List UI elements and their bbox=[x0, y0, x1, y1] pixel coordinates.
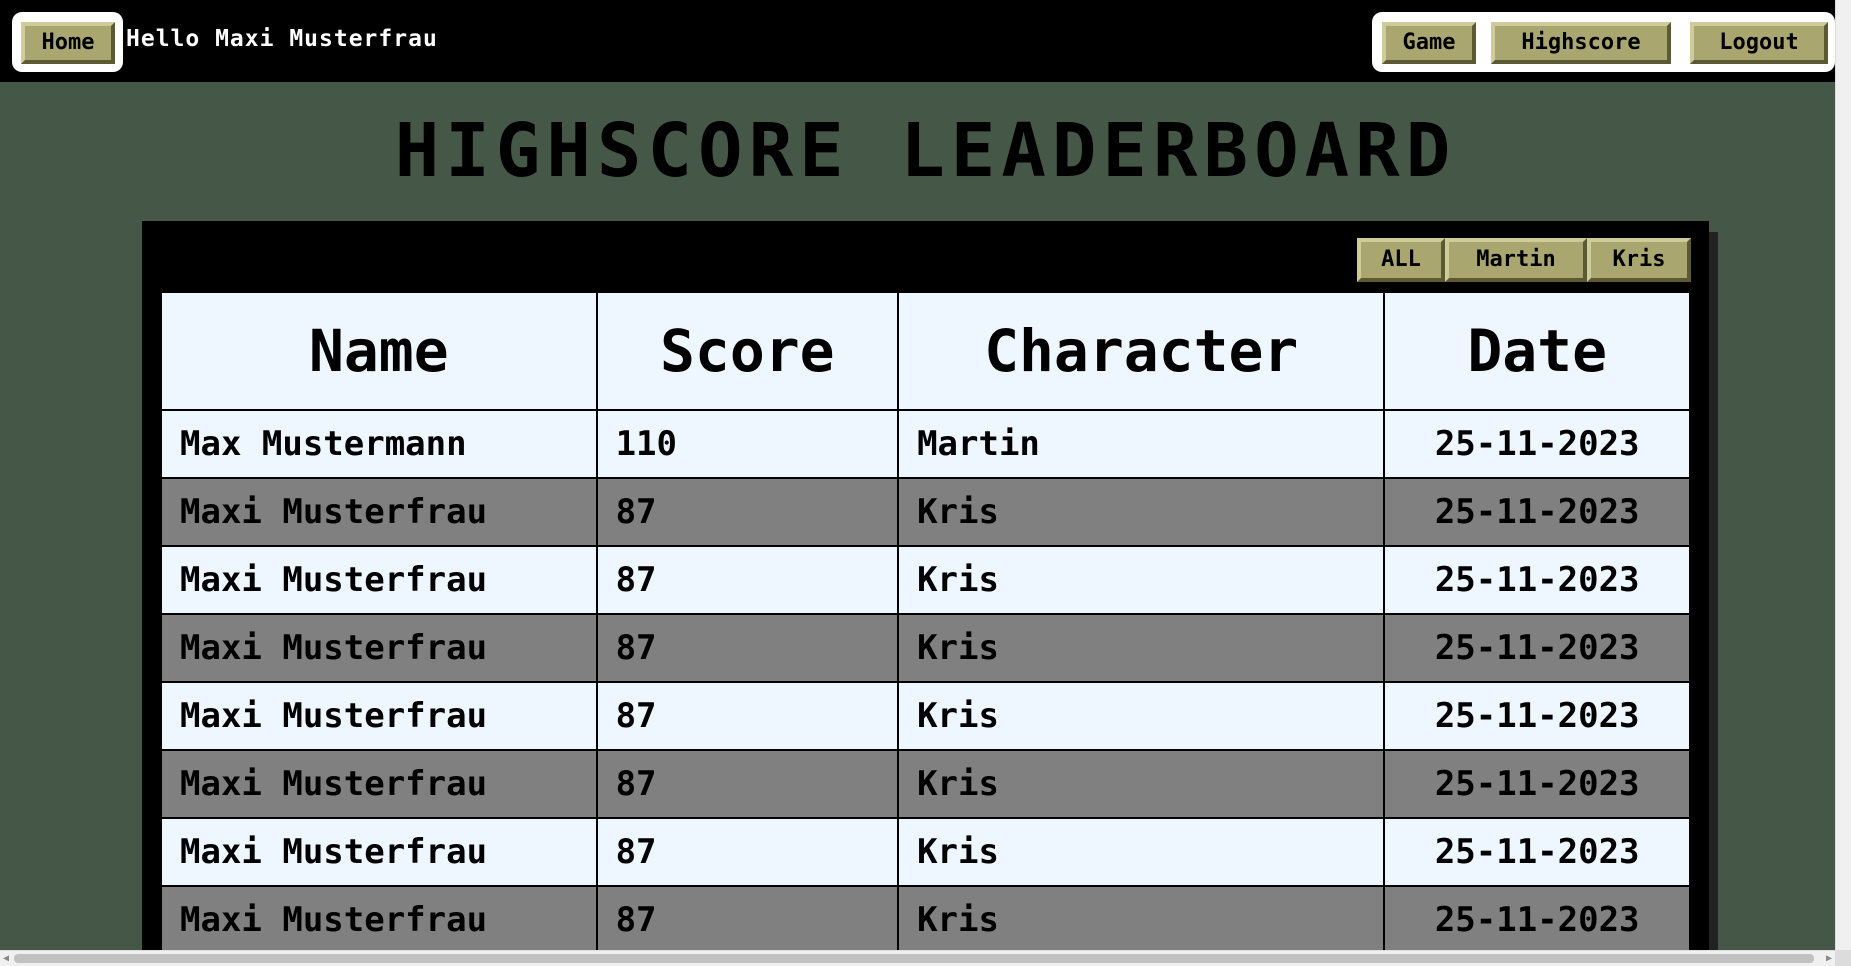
cell-character: Martin bbox=[897, 409, 1386, 479]
cell-character: Kris bbox=[897, 817, 1386, 887]
cell-score: 87 bbox=[595, 749, 900, 819]
cell-score: 87 bbox=[595, 817, 900, 887]
cell-date: 25-11-2023 bbox=[1383, 749, 1691, 819]
cell-name: Maxi Musterfrau bbox=[160, 613, 598, 683]
nav-button-group: Game Highscore Logout bbox=[1372, 12, 1835, 72]
cell-score: 87 bbox=[595, 477, 900, 547]
column-header-date: Date bbox=[1383, 291, 1691, 411]
cell-name: Maxi Musterfrau bbox=[160, 817, 598, 887]
cell-name: Maxi Musterfrau bbox=[160, 477, 598, 547]
cell-character: Kris bbox=[897, 749, 1386, 819]
highscore-button[interactable]: Highscore bbox=[1491, 22, 1671, 64]
cell-character: Kris bbox=[897, 613, 1386, 683]
cell-name: Maxi Musterfrau bbox=[160, 681, 598, 751]
table-row: Maxi Musterfrau 87 Kris 25-11-2023 bbox=[160, 545, 1691, 615]
cell-date: 25-11-2023 bbox=[1383, 885, 1691, 955]
home-button-container: Home bbox=[12, 12, 123, 72]
cell-character: Kris bbox=[897, 885, 1386, 955]
page-title: HIGHSCORE LEADERBOARD bbox=[394, 108, 1457, 194]
cell-character: Kris bbox=[897, 681, 1386, 751]
cell-date: 25-11-2023 bbox=[1383, 817, 1691, 887]
cell-name: Maxi Musterfrau bbox=[160, 545, 598, 615]
cell-date: 25-11-2023 bbox=[1383, 409, 1691, 479]
vertical-scrollbar[interactable] bbox=[1835, 0, 1851, 950]
cell-date: 25-11-2023 bbox=[1383, 613, 1691, 683]
column-header-score: Score bbox=[595, 291, 900, 411]
column-header-name: Name bbox=[160, 291, 598, 411]
character-filter-bar: ALL Martin Kris bbox=[1357, 238, 1691, 282]
column-header-character: Character bbox=[897, 291, 1386, 411]
cell-score: 87 bbox=[595, 545, 900, 615]
cell-score: 110 bbox=[595, 409, 900, 479]
scrollbar-corner bbox=[1835, 950, 1851, 966]
home-button[interactable]: Home bbox=[21, 22, 115, 64]
cell-name: Maxi Musterfrau bbox=[160, 749, 598, 819]
scroll-left-arrow-icon[interactable]: ◀ bbox=[3, 953, 9, 964]
cell-score: 87 bbox=[595, 885, 900, 955]
filter-kris-button[interactable]: Kris bbox=[1587, 238, 1691, 282]
filter-martin-button[interactable]: Martin bbox=[1445, 238, 1587, 282]
table-row: Maxi Musterfrau 87 Kris 25-11-2023 bbox=[160, 613, 1691, 683]
logout-button[interactable]: Logout bbox=[1690, 22, 1828, 64]
table-row: Max Mustermann 110 Martin 25-11-2023 bbox=[160, 409, 1691, 479]
cell-character: Kris bbox=[897, 477, 1386, 547]
cell-character: Kris bbox=[897, 545, 1386, 615]
leaderboard-panel: ALL Martin Kris Name Score Character Dat… bbox=[142, 221, 1709, 966]
top-nav-bar: Home Hello Maxi Musterfrau Game Highscor… bbox=[0, 0, 1835, 82]
horizontal-scrollbar[interactable]: ◀ ▶ bbox=[0, 950, 1835, 966]
cell-name: Max Mustermann bbox=[160, 409, 598, 479]
horizontal-scroll-thumb[interactable] bbox=[14, 954, 1814, 963]
cell-name: Maxi Musterfrau bbox=[160, 885, 598, 955]
table-row: Maxi Musterfrau 87 Kris 25-11-2023 bbox=[160, 681, 1691, 751]
cell-date: 25-11-2023 bbox=[1383, 681, 1691, 751]
filter-all-button[interactable]: ALL bbox=[1357, 238, 1445, 282]
table-row: Maxi Musterfrau 87 Kris 25-11-2023 bbox=[160, 885, 1691, 955]
cell-score: 87 bbox=[595, 613, 900, 683]
table-header-row: Name Score Character Date bbox=[160, 291, 1691, 411]
scroll-right-arrow-icon[interactable]: ▶ bbox=[1826, 953, 1832, 964]
cell-date: 25-11-2023 bbox=[1383, 545, 1691, 615]
cell-date: 25-11-2023 bbox=[1383, 477, 1691, 547]
table-row: Maxi Musterfrau 87 Kris 25-11-2023 bbox=[160, 477, 1691, 547]
game-button[interactable]: Game bbox=[1382, 22, 1476, 64]
table-row: Maxi Musterfrau 87 Kris 25-11-2023 bbox=[160, 749, 1691, 819]
user-greeting: Hello Maxi Musterfrau bbox=[126, 26, 438, 52]
cell-score: 87 bbox=[595, 681, 900, 751]
leaderboard-table: Name Score Character Date Max Mustermann… bbox=[160, 291, 1691, 955]
table-row: Maxi Musterfrau 87 Kris 25-11-2023 bbox=[160, 817, 1691, 887]
